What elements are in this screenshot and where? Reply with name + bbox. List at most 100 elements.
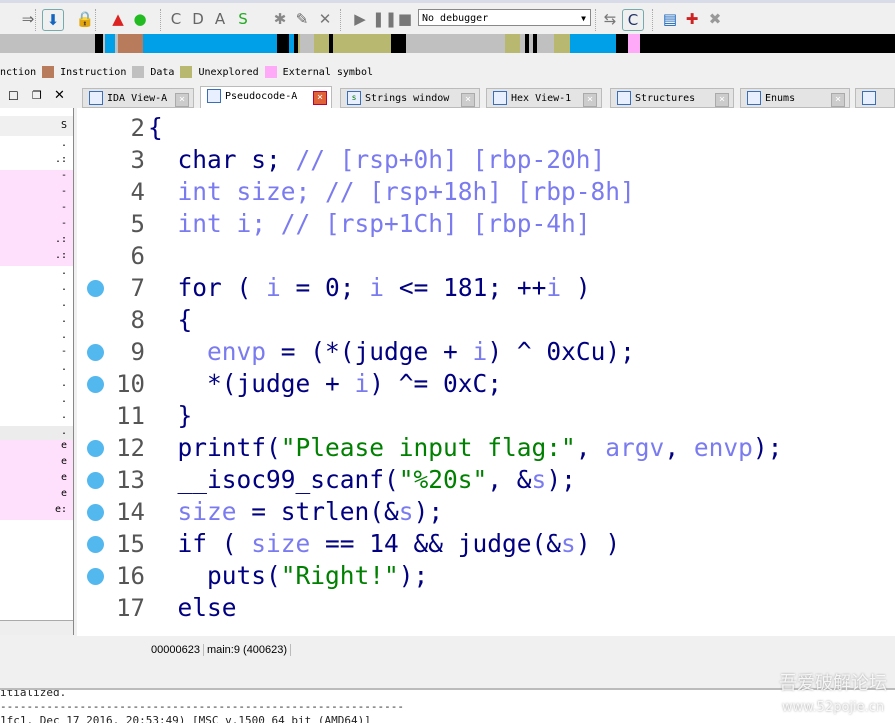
nav-down-icon[interactable]: ⬇ xyxy=(42,9,64,31)
close-icon[interactable]: ✕ xyxy=(54,88,65,103)
make-array-icon[interactable]: ✱ xyxy=(270,9,290,29)
function-row[interactable]: .: xyxy=(0,154,73,170)
tab-ida-view-a[interactable]: IDA View-A × xyxy=(82,88,194,108)
function-row[interactable]: . xyxy=(0,266,73,282)
function-row[interactable]: - xyxy=(0,186,73,202)
add-breakpoint-icon[interactable]: ✚ xyxy=(682,9,702,29)
code-line[interactable]: *(judge + i) ^= 0xC; xyxy=(148,368,502,400)
breakpoint-dot-icon[interactable] xyxy=(87,344,104,361)
code-token: "Right!" xyxy=(280,561,399,590)
code-token: , & xyxy=(487,465,532,494)
tab-pseudocode-a[interactable]: Pseudocode-A × xyxy=(200,86,332,108)
function-row[interactable]: - xyxy=(0,218,73,234)
code-line[interactable]: int i; // [rsp+1Ch] [rbp-4h] xyxy=(148,208,591,240)
code-token: argv xyxy=(605,433,665,462)
breakpoint-dot-icon[interactable] xyxy=(87,504,104,521)
attach-icon[interactable]: ⇆ xyxy=(600,9,620,29)
function-row[interactable]: . xyxy=(0,314,73,330)
function-row[interactable]: . xyxy=(0,378,73,394)
breakpoint-dot-icon[interactable] xyxy=(87,440,104,457)
function-row[interactable]: - xyxy=(0,346,73,362)
make-string-icon[interactable]: S xyxy=(233,9,253,29)
breakpoint-dot-icon[interactable] xyxy=(87,280,104,297)
function-row[interactable]: . xyxy=(0,282,73,298)
code-line[interactable]: else xyxy=(148,592,237,624)
stop-icon[interactable]: ■ xyxy=(395,9,415,29)
code-line[interactable]: char s; // [rsp+0h] [rbp-20h] xyxy=(148,144,606,176)
delete-breakpoint-icon[interactable]: ✖ xyxy=(705,9,725,29)
code-token: if ( xyxy=(148,529,252,558)
decompile-icon[interactable]: C xyxy=(622,9,644,31)
code-token: ) ^ 0xCu); xyxy=(487,337,635,366)
overview-segment xyxy=(391,34,406,53)
tab-structures[interactable]: Structures × xyxy=(610,88,734,108)
code-token: s xyxy=(561,529,576,558)
code-line[interactable]: for ( i = 0; i <= 181; ++i ) xyxy=(148,272,591,304)
breakpoint-dot-icon[interactable] xyxy=(87,472,104,489)
close-icon[interactable]: × xyxy=(313,91,327,105)
lock-icon[interactable]: 🔒 xyxy=(75,9,95,29)
line-number: 2 xyxy=(130,114,145,142)
function-row[interactable]: . xyxy=(0,330,73,346)
code-line[interactable]: puts("Right!"); xyxy=(148,560,428,592)
function-row[interactable]: - xyxy=(0,202,73,218)
function-row[interactable]: e xyxy=(0,440,73,456)
breakpoint-dot-icon[interactable] xyxy=(87,568,104,585)
code-line[interactable]: { xyxy=(148,112,163,144)
tab-enums[interactable]: Enums × xyxy=(740,88,850,108)
make-data-icon[interactable]: D xyxy=(188,9,208,29)
close-icon[interactable]: × xyxy=(461,93,475,107)
code-line[interactable]: __isoc99_scanf("%20s", &s); xyxy=(148,464,576,496)
function-row[interactable]: . xyxy=(0,362,73,378)
breakpoint-dot-icon[interactable] xyxy=(87,376,104,393)
close-icon[interactable]: × xyxy=(175,93,189,107)
tab-more[interactable] xyxy=(855,88,895,108)
function-row[interactable]: .: xyxy=(0,234,73,250)
function-row[interactable]: . xyxy=(0,394,73,410)
code-line[interactable]: } xyxy=(148,400,193,432)
close-icon[interactable]: × xyxy=(831,93,845,107)
code-token: ); xyxy=(413,497,444,526)
code-token: char s; xyxy=(148,145,296,174)
error-icon[interactable]: ▲ xyxy=(108,9,128,29)
tab-hex-view-1[interactable]: Hex View-1 × xyxy=(486,88,602,108)
tab-strings-window[interactable]: s Strings window × xyxy=(340,88,480,108)
function-row[interactable]: e xyxy=(0,456,73,472)
maximize-icon[interactable]: ☐ xyxy=(8,89,19,103)
legend-label: Data xyxy=(150,67,175,78)
horizontal-scrollbar[interactable] xyxy=(0,620,73,635)
code-line[interactable]: int size; // [rsp+18h] [rbp-8h] xyxy=(148,176,635,208)
undefine-icon[interactable]: ✕ xyxy=(315,9,335,29)
play-icon[interactable]: ▶ xyxy=(350,9,370,29)
navigation-overview-bar[interactable] xyxy=(0,34,895,53)
function-row[interactable]: e xyxy=(0,488,73,504)
function-row[interactable]: e xyxy=(0,472,73,488)
make-code-icon[interactable]: C xyxy=(166,9,186,29)
restore-icon[interactable]: ❐ xyxy=(32,89,42,102)
function-row[interactable]: . xyxy=(0,298,73,314)
rename-icon[interactable]: ✎ xyxy=(292,9,312,29)
pseudocode-view[interactable]: 2{3 char s; // [rsp+0h] [rbp-20h] 4 int s… xyxy=(77,108,895,636)
tab-label: Structures xyxy=(635,93,696,104)
close-icon[interactable]: × xyxy=(715,93,729,107)
breakpoint-dot-icon[interactable] xyxy=(87,536,104,553)
pause-icon[interactable]: ❚❚ xyxy=(372,9,397,29)
make-ascii-icon[interactable]: A xyxy=(210,9,230,29)
code-line[interactable]: { xyxy=(148,304,193,336)
code-line[interactable]: envp = (*(judge + i) ^ 0xCu); xyxy=(148,336,635,368)
code-line[interactable]: size = strlen(&s); xyxy=(148,496,444,528)
code-line[interactable]: printf("Please input flag:", argv, envp)… xyxy=(148,432,783,464)
debugger-select[interactable]: No debugger ▼ xyxy=(418,9,591,26)
code-line[interactable]: if ( size == 14 && judge(&s) ) xyxy=(148,528,621,560)
close-icon[interactable]: × xyxy=(583,93,597,107)
function-row[interactable]: e: xyxy=(0,504,73,520)
function-row[interactable]: . xyxy=(0,138,73,154)
run-green-icon[interactable]: ● xyxy=(130,9,150,29)
function-row[interactable]: - xyxy=(0,170,73,186)
code-token: s xyxy=(531,465,547,494)
breakpoint-list-icon[interactable]: ▤ xyxy=(660,9,680,29)
function-row[interactable]: .: xyxy=(0,250,73,266)
function-row[interactable]: . xyxy=(0,410,73,426)
code-token: *(judge + xyxy=(148,369,355,398)
toolbar-separator xyxy=(595,9,597,31)
